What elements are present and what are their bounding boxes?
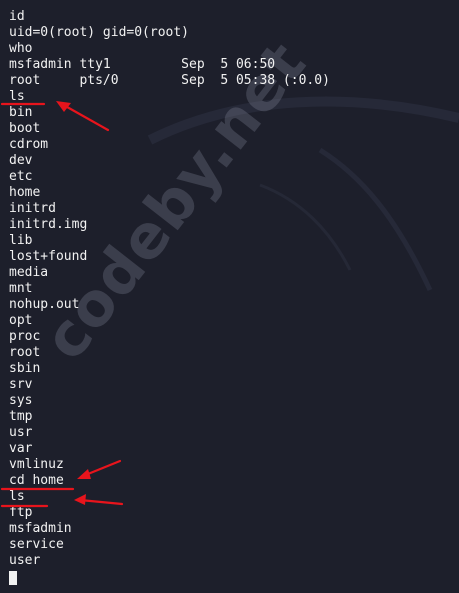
terminal-line: initrd.img [9,217,88,232]
terminal-line: msfadmin [9,521,72,536]
terminal-line: mnt [9,281,33,296]
terminal-cursor[interactable] [9,571,17,585]
terminal-line: lib [9,233,33,248]
terminal-line: initrd [9,201,56,216]
terminal-line: ls [9,89,25,104]
terminal-line: home [9,185,41,200]
terminal-line: media [9,265,49,280]
terminal-line: srv [9,377,33,392]
terminal-line: ls [9,489,25,504]
terminal-line: root pts/0 Sep 5 05:38 (:0.0) [9,73,330,88]
terminal-line: id [9,9,25,24]
terminal-output: id uid=0(root) gid=0(root) who msfadmin … [9,9,330,569]
terminal-line: opt [9,313,33,328]
terminal-line: proc [9,329,41,344]
terminal-line: uid=0(root) gid=0(root) [9,25,190,40]
terminal-line: who [9,41,33,56]
terminal-line: dev [9,153,33,168]
terminal-line: ftp [9,505,33,520]
terminal-window[interactable]: codeby.net id uid=0(root) gid=0(root) wh… [0,0,459,593]
terminal-line: vmlinuz [9,457,64,472]
terminal-line: bin [9,105,33,120]
terminal-line: sys [9,393,33,408]
terminal-line: msfadmin tty1 Sep 5 06:50 [9,57,276,72]
terminal-line: tmp [9,409,33,424]
terminal-line: boot [9,121,41,136]
terminal-line: usr [9,425,33,440]
terminal-line: user [9,553,41,568]
terminal-line: service [9,537,64,552]
terminal-line: var [9,441,33,456]
terminal-line: etc [9,169,33,184]
terminal-line: cdrom [9,137,49,152]
terminal-line: cd home [9,473,64,488]
terminal-line: root [9,345,41,360]
terminal-line: lost+found [9,249,88,264]
terminal-line: nohup.out [9,297,80,312]
terminal-line: sbin [9,361,41,376]
